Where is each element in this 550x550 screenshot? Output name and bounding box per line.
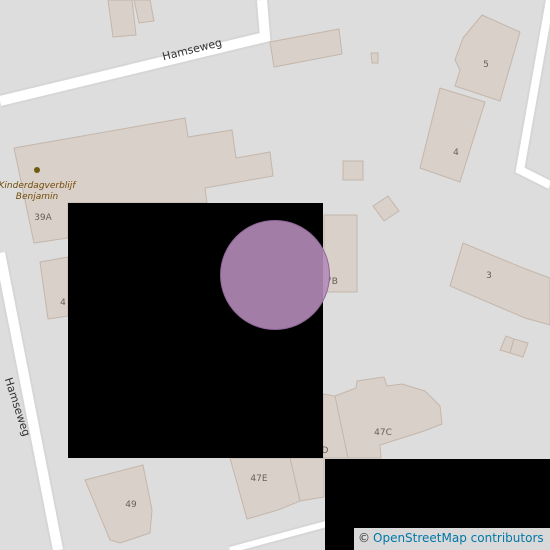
building-49 [84,464,153,544]
house-number-47e: 47E [250,474,267,484]
map-canvas[interactable]: Hamseweg Hamseweg Kinderdagverblijf Benj… [0,0,550,550]
building [372,195,400,222]
building-4 [419,87,486,183]
building [370,52,379,64]
building-47e [229,457,301,520]
poi-label-line2: Benjamin [16,192,59,202]
house-number-47c: 47C [374,428,392,438]
map-attribution: © OpenStreetMap contributors [354,528,550,550]
poi-dot [34,167,40,173]
house-number-49: 49 [125,500,137,510]
building [342,160,364,181]
building-5 [454,14,521,102]
house-number-4x: 4 [60,298,66,308]
house-number-3: 3 [486,271,492,281]
poi-label-line1: Kinderdagverblijf [0,181,77,191]
house-number-39a: 39A [34,213,52,223]
building [133,0,155,24]
building-3 [449,242,550,326]
osm-contributors-link[interactable]: OpenStreetMap contributors [373,531,544,545]
building [107,0,137,38]
building [269,28,343,68]
copyright-symbol: © [358,531,370,545]
house-number-5: 5 [483,60,489,70]
building [39,256,69,320]
house-number-4: 4 [453,148,459,158]
location-marker[interactable] [220,220,330,330]
